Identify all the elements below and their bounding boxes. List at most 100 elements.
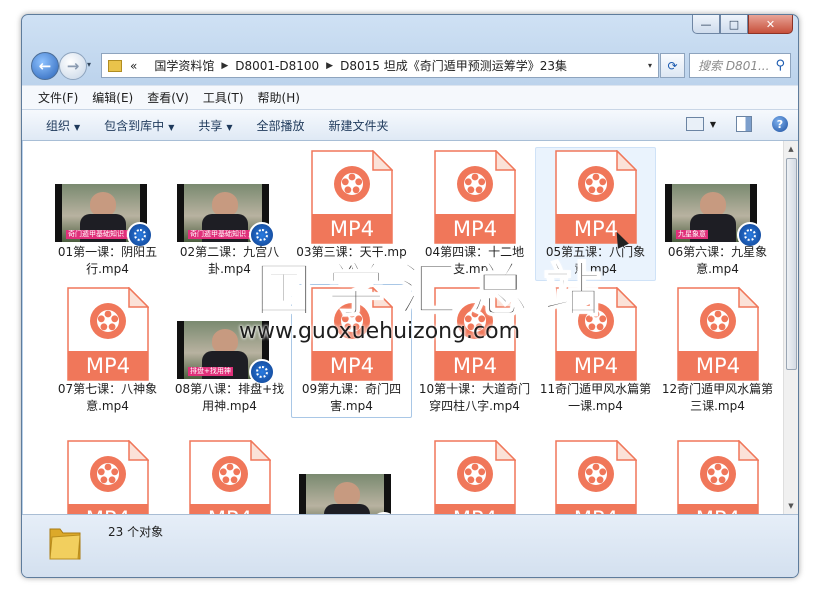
mp4-file-icon: MP4	[677, 287, 759, 381]
breadcrumb-arrow-icon[interactable]: ▶	[326, 61, 333, 71]
mp4-file-icon: MP4	[311, 150, 393, 244]
file-name: 08第八课：排盘+找用神.mp4	[174, 382, 285, 413]
mp4-badge-label: MP4	[86, 354, 130, 378]
video-thumbnail: 九星象意	[665, 184, 763, 248]
file-item[interactable]: MP4	[535, 437, 656, 514]
menu-view[interactable]: 查看(V)	[147, 89, 189, 106]
view-options-dropdown-icon[interactable]: ▼	[710, 120, 716, 129]
file-item[interactable]: 九星象意 06第六课：九星象意.mp4	[657, 147, 778, 281]
address-dropdown-icon[interactable]: ▾	[648, 61, 652, 70]
mp4-badge-label: MP4	[453, 507, 497, 514]
back-button[interactable]: ←	[31, 52, 59, 80]
video-thumbnail	[299, 474, 397, 514]
scroll-down-icon[interactable]: ▼	[785, 499, 797, 513]
details-pane: 23 个对象	[22, 514, 798, 577]
file-item[interactable]: 奇门遁甲基础知识 阴阳五行01第一课：阴阳五行.mp4	[47, 147, 168, 281]
close-button[interactable]: ✕	[748, 15, 793, 34]
chevron-down-icon: ▼	[226, 122, 233, 132]
presenter-face	[334, 482, 360, 506]
presenter-face	[212, 329, 238, 353]
file-item[interactable]: MP4 12奇门遁甲风水篇第三课.mp4	[657, 284, 778, 418]
file-item[interactable]: MP4	[47, 437, 168, 514]
search-input[interactable]: 搜索 D801...	[698, 57, 775, 74]
presenter-face	[700, 192, 726, 216]
include-in-library-button[interactable]: 包含到库中 ▼	[104, 117, 174, 134]
vertical-scrollbar[interactable]: ▲ ▼	[783, 141, 798, 514]
share-button[interactable]: 共享 ▼	[198, 117, 232, 134]
menu-file[interactable]: 文件(F)	[38, 89, 78, 106]
back-arrow-icon: ←	[38, 57, 52, 75]
file-name: 06第六课：九星象意.mp4	[667, 245, 768, 276]
forward-button[interactable]: →	[59, 52, 87, 80]
navigation-bar: ← → ▾ « 国学资料馆 ▶ D8001-D8100 ▶ D8015 坦成《奇…	[22, 49, 798, 83]
maximize-button[interactable]: □	[720, 15, 748, 34]
presenter-body	[324, 504, 370, 514]
mp4-file-icon: MP4	[555, 440, 637, 514]
command-bar: 组织 ▼ 包含到库中 ▼ 共享 ▼ 全部播放 新建文件夹 ▼ ?	[22, 109, 798, 141]
mp4-badge-label: MP4	[453, 217, 497, 241]
breadcrumb-item-current[interactable]: D8015 坦成《奇门遁甲预测运筹学》23集	[340, 57, 567, 74]
scrollbar-thumb[interactable]	[786, 158, 797, 370]
film-strip	[665, 184, 672, 242]
watermark-title: 国学汇总站	[254, 255, 616, 325]
play-all-button[interactable]: 全部播放	[257, 117, 305, 134]
film-strip	[177, 184, 184, 242]
mp4-badge-label: MP4	[330, 217, 374, 241]
file-name: 07第七课：八神象意.mp4	[57, 382, 158, 413]
menu-help[interactable]: 帮助(H)	[258, 89, 300, 106]
file-item[interactable]	[291, 437, 412, 514]
file-item[interactable]: MP4	[414, 437, 535, 514]
scroll-up-icon[interactable]: ▲	[785, 142, 797, 156]
file-item[interactable]: MP4	[657, 437, 778, 514]
minimize-button[interactable]: —	[692, 15, 720, 34]
search-box[interactable]: 搜索 D801... ⚲	[689, 53, 791, 78]
file-item[interactable]: MP4 07第七课：八神象意.mp4	[47, 284, 168, 418]
mp4-badge-label: MP4	[696, 354, 740, 378]
change-view-icon[interactable]	[685, 117, 704, 131]
file-item[interactable]: MP4	[169, 437, 290, 514]
mp4-file-icon: MP4	[677, 440, 759, 514]
mp4-badge-label: MP4	[574, 354, 618, 378]
mp4-badge-label: MP4	[574, 217, 618, 241]
presenter-face	[90, 192, 116, 216]
folder-icon	[49, 528, 81, 560]
mp4-badge-label: MP4	[208, 507, 252, 514]
object-count: 23 个对象	[108, 525, 164, 539]
mp4-badge-label: MP4	[453, 354, 497, 378]
menu-edit[interactable]: 编辑(E)	[92, 89, 133, 106]
breadcrumb-item-library[interactable]: 国学资料馆	[154, 57, 214, 74]
mp4-file-icon: MP4	[434, 440, 516, 514]
forward-arrow-icon: →	[66, 57, 80, 75]
organize-button[interactable]: 组织 ▼	[46, 117, 80, 134]
chevron-down-icon: ▼	[74, 122, 81, 132]
film-strip	[177, 321, 184, 379]
address-bar[interactable]: « 国学资料馆 ▶ D8001-D8100 ▶ D8015 坦成《奇门遁甲预测运…	[101, 53, 659, 78]
mp4-file-icon: MP4	[555, 150, 637, 244]
breadcrumb-arrow-icon[interactable]: ▶	[221, 61, 228, 71]
file-name: 10第十课：大道奇门穿四柱八字.mp4	[418, 382, 531, 413]
mp4-file-icon: MP4	[189, 440, 271, 514]
mp4-file-icon: MP4	[434, 150, 516, 244]
preview-pane-icon[interactable]	[736, 116, 752, 132]
mp4-file-icon: MP4	[67, 287, 149, 381]
help-icon[interactable]: ?	[772, 116, 788, 132]
chevron-down-icon: ▼	[168, 122, 175, 132]
refresh-icon: ⟳	[667, 58, 678, 73]
new-folder-button[interactable]: 新建文件夹	[329, 117, 389, 134]
menu-tools[interactable]: 工具(T)	[203, 89, 244, 106]
file-name: 11奇门遁甲风水篇第一课.mp4	[539, 382, 652, 413]
watermark-url: www.guoxuehuizong.com	[239, 319, 521, 344]
file-name: 12奇门遁甲风水篇第三课.mp4	[661, 382, 774, 413]
breadcrumb-root-chevron[interactable]: «	[130, 59, 137, 73]
refresh-button[interactable]: ⟳	[660, 53, 685, 78]
film-strip	[299, 474, 306, 514]
menu-bar: 文件(F) 编辑(E) 查看(V) 工具(T) 帮助(H)	[22, 85, 798, 109]
mp4-file-icon: MP4	[67, 440, 149, 514]
breadcrumb-item-range[interactable]: D8001-D8100	[235, 59, 319, 73]
film-strip	[384, 474, 391, 514]
file-name: 09第九课：奇门四害.mp4	[301, 382, 402, 413]
mp4-badge-label: MP4	[574, 507, 618, 514]
recent-pages-dropdown-icon[interactable]: ▾	[87, 60, 91, 69]
file-name: 01第一课：阴阳五行.mp4	[57, 245, 158, 276]
search-icon[interactable]: ⚲	[775, 58, 785, 73]
